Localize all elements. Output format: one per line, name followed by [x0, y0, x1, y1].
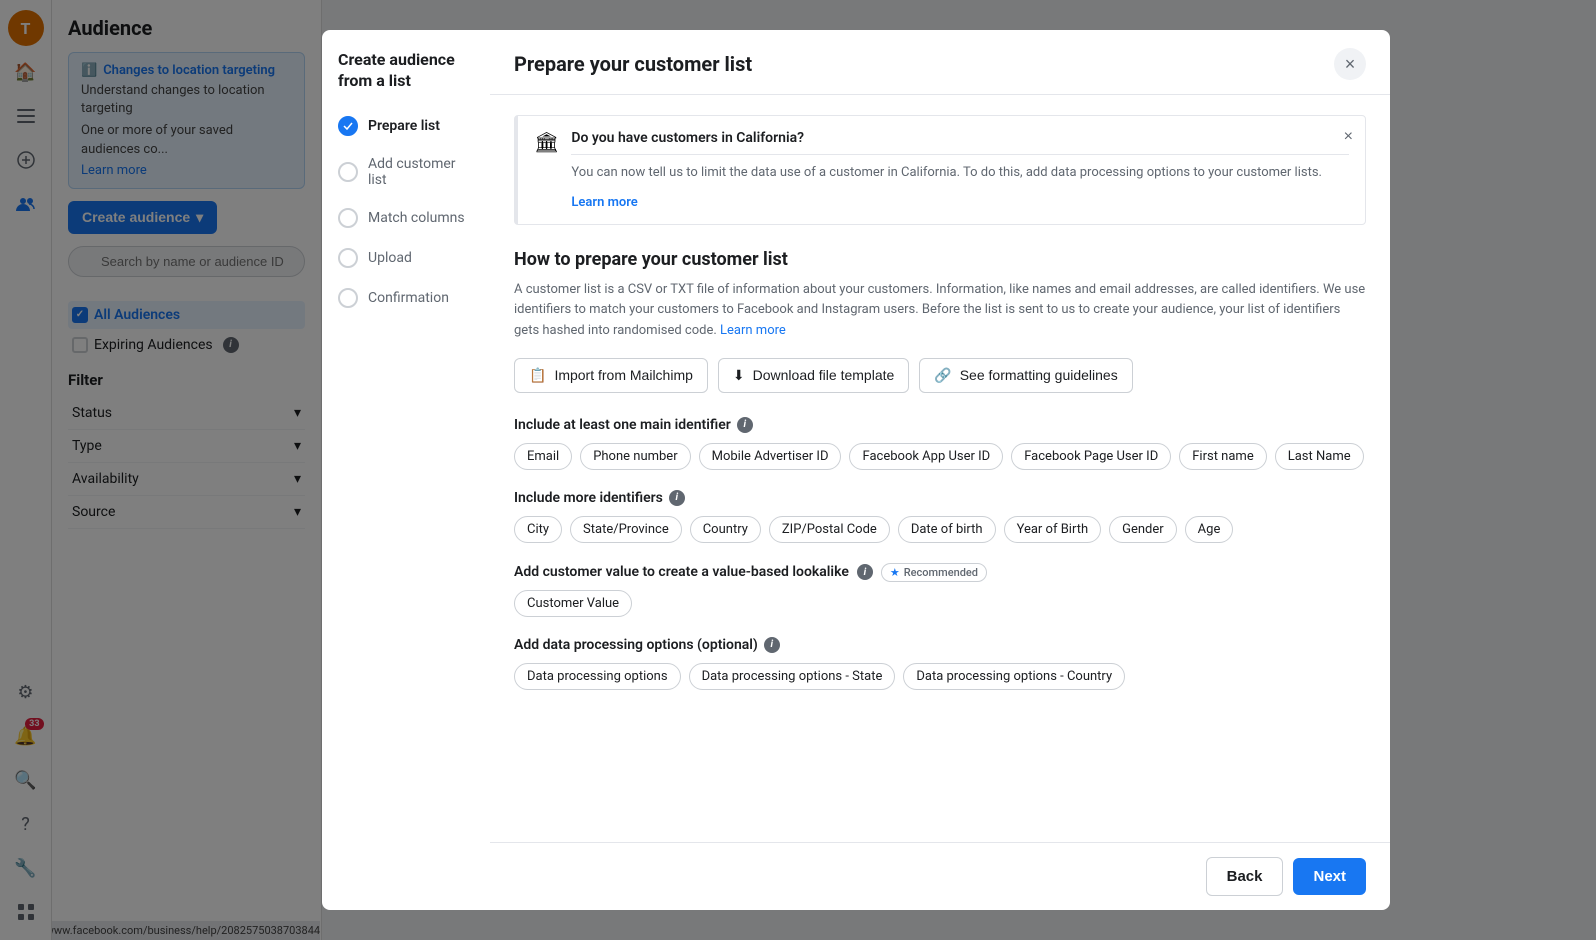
tag-country[interactable]: Country: [690, 516, 761, 543]
step-1-label: Prepare list: [368, 118, 440, 134]
step-4-label: Upload: [368, 250, 412, 266]
main-dialog: Prepare your customer list × 🏛 Do you ha…: [490, 30, 1390, 910]
star-icon: ★: [890, 566, 900, 579]
download-template-button[interactable]: ⬇ Download file template: [718, 358, 909, 393]
more-identifiers-tags: City State/Province Country ZIP/Postal C…: [514, 516, 1366, 543]
section-title: How to prepare your customer list: [514, 249, 1366, 270]
dialog-footer: Back Next: [490, 842, 1390, 910]
step-4-circle: [338, 248, 358, 268]
main-identifiers-section: Include at least one main identifier i E…: [514, 417, 1366, 470]
step-prepare-list: Prepare list: [338, 116, 475, 136]
close-button[interactable]: ×: [1334, 48, 1366, 80]
close-icon: ×: [1345, 54, 1356, 75]
learn-more-inline-link[interactable]: Learn more: [720, 323, 786, 338]
customer-value-tags: Customer Value: [514, 590, 1366, 617]
customer-value-info-icon[interactable]: i: [857, 564, 873, 580]
more-identifiers-label: Include more identifiers i: [514, 490, 1366, 506]
main-identifiers-info-icon[interactable]: i: [737, 417, 753, 433]
step-5-circle: [338, 288, 358, 308]
section-desc: A customer list is a CSV or TXT file of …: [514, 280, 1366, 342]
link-icon: 🔗: [934, 367, 951, 384]
california-banner: 🏛 Do you have customers in California? Y…: [514, 115, 1366, 225]
step-3-circle: [338, 208, 358, 228]
action-buttons: 📋 Import from Mailchimp ⬇ Download file …: [514, 358, 1366, 393]
tag-email[interactable]: Email: [514, 443, 572, 470]
tag-date-of-birth[interactable]: Date of birth: [898, 516, 996, 543]
tag-phone-number[interactable]: Phone number: [580, 443, 690, 470]
data-processing-tags: Data processing options Data processing …: [514, 663, 1366, 690]
step-1-circle: [338, 116, 358, 136]
california-learn-more-link[interactable]: Learn more: [571, 195, 637, 210]
tag-mobile-advertiser-id[interactable]: Mobile Advertiser ID: [699, 443, 842, 470]
tag-customer-value[interactable]: Customer Value: [514, 590, 632, 617]
back-button[interactable]: Back: [1206, 857, 1284, 896]
tag-zip-postal[interactable]: ZIP/Postal Code: [769, 516, 890, 543]
bank-icon: 🏛: [534, 130, 559, 210]
banner-close-button[interactable]: ×: [1344, 128, 1353, 146]
step-upload: Upload: [338, 248, 475, 268]
more-identifiers-info-icon[interactable]: i: [669, 490, 685, 506]
next-button[interactable]: Next: [1293, 858, 1366, 895]
tag-data-processing-state[interactable]: Data processing options - State: [689, 663, 896, 690]
recommended-badge: ★ Recommended: [881, 563, 987, 582]
main-identifiers-tags: Email Phone number Mobile Advertiser ID …: [514, 443, 1366, 470]
tag-year-of-birth[interactable]: Year of Birth: [1004, 516, 1102, 543]
data-processing-section: Add data processing options (optional) i…: [514, 637, 1366, 690]
data-processing-label: Add data processing options (optional) i: [514, 637, 1366, 653]
mailchimp-icon: 📋: [529, 367, 546, 384]
formatting-guidelines-button[interactable]: 🔗 See formatting guidelines: [919, 358, 1132, 393]
step-match-columns: Match columns: [338, 208, 475, 228]
tag-state-province[interactable]: State/Province: [570, 516, 682, 543]
customer-value-section: Add customer value to create a value-bas…: [514, 563, 1366, 617]
california-question: Do you have customers in California?: [571, 130, 1349, 146]
download-icon: ⬇: [733, 367, 745, 384]
step-add-customer: Add customer list: [338, 156, 475, 188]
tag-data-processing-country[interactable]: Data processing options - Country: [903, 663, 1125, 690]
tag-last-name[interactable]: Last Name: [1275, 443, 1364, 470]
tag-data-processing-options[interactable]: Data processing options: [514, 663, 681, 690]
customer-value-label-row: Add customer value to create a value-bas…: [514, 563, 1366, 582]
tag-first-name[interactable]: First name: [1179, 443, 1266, 470]
more-identifiers-section: Include more identifiers i City State/Pr…: [514, 490, 1366, 543]
main-identifiers-label: Include at least one main identifier i: [514, 417, 1366, 433]
wizard-panel: Create audience from a list Prepare list…: [322, 30, 492, 910]
tag-facebook-app-user-id[interactable]: Facebook App User ID: [849, 443, 1003, 470]
banner-content: Do you have customers in California? You…: [571, 130, 1349, 210]
step-2-label: Add customer list: [368, 156, 475, 188]
step-confirmation: Confirmation: [338, 288, 475, 308]
step-5-label: Confirmation: [368, 290, 449, 306]
dialog-header: Prepare your customer list ×: [490, 30, 1390, 95]
wizard-title: Create audience from a list: [338, 50, 475, 92]
step-3-label: Match columns: [368, 210, 465, 226]
dialog-body: 🏛 Do you have customers in California? Y…: [490, 95, 1390, 842]
tag-city[interactable]: City: [514, 516, 562, 543]
tag-age[interactable]: Age: [1185, 516, 1234, 543]
dialog-title: Prepare your customer list: [514, 52, 752, 76]
california-text: You can now tell us to limit the data us…: [571, 163, 1349, 183]
step-2-circle: [338, 162, 358, 182]
data-processing-info-icon[interactable]: i: [764, 637, 780, 653]
import-mailchimp-button[interactable]: 📋 Import from Mailchimp: [514, 358, 708, 393]
tag-facebook-page-user-id[interactable]: Facebook Page User ID: [1011, 443, 1171, 470]
tag-gender[interactable]: Gender: [1109, 516, 1177, 543]
